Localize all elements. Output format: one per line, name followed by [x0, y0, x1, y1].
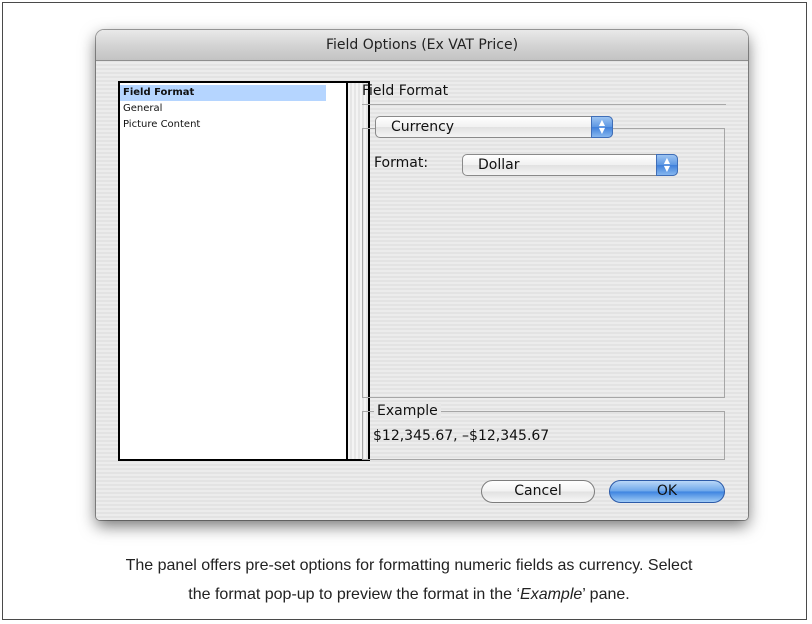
cancel-button[interactable]: Cancel [481, 480, 595, 503]
figure-frame: Field Options (Ex VAT Price) Field Forma… [2, 2, 807, 620]
caption-line-2-end: ’ pane. [582, 586, 630, 603]
example-value: $12,345.67, –$12,345.67 [373, 428, 550, 444]
type-popup[interactable]: Currency ▲ ▼ [375, 116, 613, 138]
type-popup-value: Currency [391, 119, 455, 135]
caption-line-1: The panel offers pre-set options for for… [125, 557, 693, 574]
ok-button[interactable]: OK [609, 480, 725, 503]
figure-caption: The panel offers pre-set options for for… [21, 551, 797, 609]
caption-emphasis: Example [520, 586, 583, 603]
sidebar-item-picture-content[interactable]: Picture Content [120, 117, 326, 133]
sidebar-item-general[interactable]: General [120, 101, 326, 117]
caption-line-2-start: the format pop-up to preview the format … [188, 586, 521, 603]
options-sidebar-list: Field Format General Picture Content [118, 81, 370, 461]
format-popup[interactable]: Dollar ▲ ▼ [462, 154, 678, 176]
up-down-arrows-icon: ▲ ▼ [656, 154, 678, 176]
section-divider [362, 104, 726, 105]
format-popup-value: Dollar [478, 157, 520, 173]
field-options-dialog: Field Options (Ex VAT Price) Field Forma… [96, 30, 748, 520]
dialog-title: Field Options (Ex VAT Price) [96, 30, 748, 61]
up-down-arrows-icon: ▲ ▼ [591, 116, 613, 138]
example-label: Example [374, 403, 441, 419]
sidebar-item-field-format[interactable]: Field Format [120, 85, 326, 101]
format-label: Format: [374, 155, 429, 171]
section-title: Field Format [362, 83, 449, 99]
caption-line-2: the format pop-up to preview the format … [21, 580, 797, 609]
